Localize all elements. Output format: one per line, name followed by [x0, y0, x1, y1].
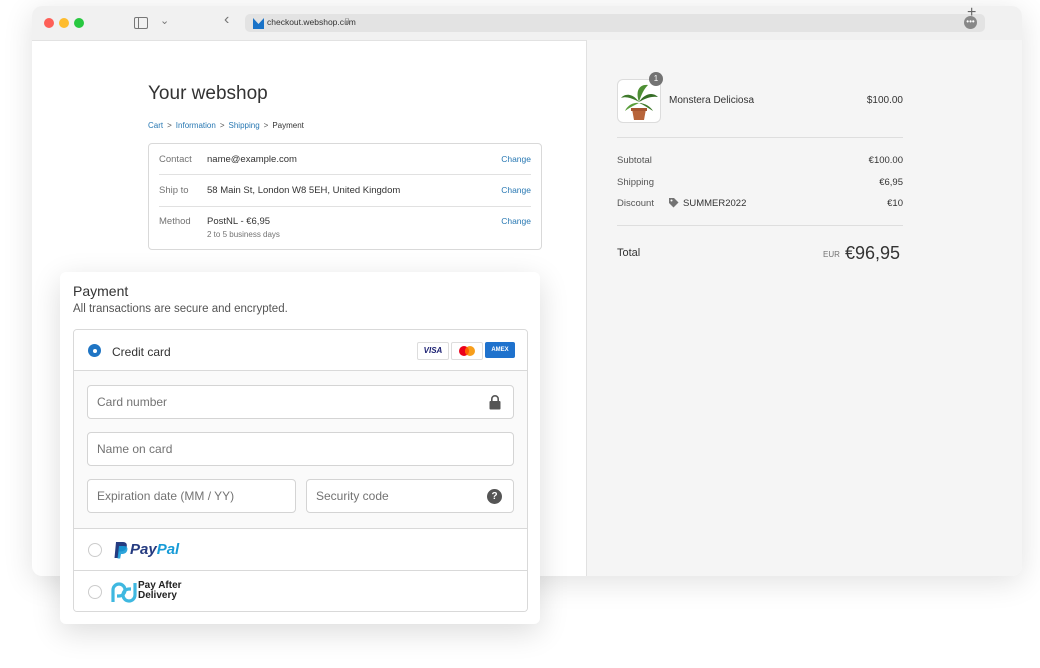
credit-card-radio[interactable] [88, 344, 101, 357]
browser-toolbar: ⌄ ‹ checkout.webshop.com ••• [32, 6, 1022, 41]
contact-label: Contact [159, 154, 192, 165]
discount-label: Discount [617, 198, 654, 209]
pay-after-delivery-radio[interactable] [88, 585, 102, 599]
security-code-field[interactable]: ? [306, 479, 514, 513]
shipping-label: Shipping [617, 177, 654, 188]
divider [159, 206, 531, 207]
expiration-date-field[interactable] [87, 479, 296, 513]
paypal-radio[interactable] [88, 543, 102, 557]
product-price: $100.00 [866, 95, 903, 106]
lock-icon [344, 18, 350, 24]
pay-after-delivery-logo-icon [111, 582, 137, 603]
divider [617, 137, 903, 138]
name-on-card-input[interactable] [88, 433, 513, 465]
help-question-icon[interactable]: ? [487, 489, 502, 504]
breadcrumb: Cart > Information > Shipping > Payment [148, 121, 304, 130]
breadcrumb-payment: Payment [272, 121, 304, 130]
divider [159, 174, 531, 175]
shipping-value: €6,95 [879, 177, 903, 188]
close-window-button[interactable] [44, 18, 54, 28]
name-on-card-field[interactable] [87, 432, 514, 466]
payment-title: Payment [73, 283, 129, 299]
payment-methods: Credit card VISA AMEX Card number Name o… [73, 329, 528, 612]
shop-title: Your webshop [148, 83, 268, 104]
security-code-input[interactable] [307, 480, 513, 512]
chevron-right-icon: > [167, 121, 172, 130]
change-method-link[interactable]: Change [501, 216, 531, 226]
credit-card-form: ? [74, 371, 527, 529]
product-name: Monstera Deliciosa [669, 95, 755, 106]
divider [617, 225, 903, 226]
chevron-right-icon: > [219, 121, 225, 130]
subtotal-value: €100.00 [868, 155, 903, 166]
method-value: PostNL - €6,95 [207, 216, 271, 227]
card-number-field[interactable] [87, 385, 514, 419]
total-value: €96,95 [845, 243, 901, 263]
pay-after-delivery-label: Pay After Delivery [138, 581, 182, 601]
zoom-window-button[interactable] [74, 18, 84, 28]
paypal-logo-icon [114, 542, 128, 559]
paypal-wordmark-pal: Pal [156, 541, 180, 558]
url-text: checkout.webshop.com [267, 17, 356, 27]
breadcrumb-cart[interactable]: Cart [148, 121, 163, 130]
contact-value: name@example.com [207, 154, 297, 165]
ship-to-label: Ship to [159, 185, 189, 196]
method-label: Method [159, 216, 191, 227]
review-box: Contact name@example.com Change Ship to … [148, 143, 542, 250]
minimize-window-button[interactable] [59, 18, 69, 28]
ship-to-value: 58 Main St, London W8 5EH, United Kingdo… [207, 185, 401, 196]
paypal-wordmark-pay: Pay [130, 541, 157, 558]
site-favicon-icon [253, 18, 264, 29]
change-contact-link[interactable]: Change [501, 154, 531, 164]
total-currency: EUR [823, 250, 840, 259]
breadcrumb-shipping[interactable]: Shipping [229, 121, 260, 130]
paypal-option[interactable]: PayPal [74, 529, 527, 571]
pad-label-line2: Delivery [138, 590, 177, 601]
address-bar[interactable]: checkout.webshop.com ••• [245, 14, 985, 32]
visa-icon: VISA [417, 342, 449, 360]
discount-value: €10 [887, 198, 903, 209]
total-label: Total [617, 247, 641, 259]
breadcrumb-information[interactable]: Information [176, 121, 216, 130]
chevron-down-icon[interactable]: ⌄ [160, 14, 169, 27]
method-delivery-time: 2 to 5 business days [207, 230, 280, 239]
subtotal-label: Subtotal [617, 155, 652, 166]
quantity-badge: 1 [649, 72, 663, 86]
sidebar-toggle-icon[interactable] [134, 17, 148, 29]
pay-after-delivery-option[interactable]: Pay After Delivery [74, 571, 527, 611]
new-tab-plus-icon[interactable]: + [967, 4, 976, 22]
change-address-link[interactable]: Change [501, 185, 531, 195]
paypal-wordmark: PayPal [130, 541, 179, 558]
chevron-right-icon: > [263, 121, 269, 130]
back-arrow-icon[interactable]: ‹ [224, 11, 229, 29]
discount-tag-icon [669, 198, 679, 208]
mastercard-icon [451, 342, 483, 360]
lock-icon [489, 395, 501, 410]
credit-card-option[interactable]: Credit card VISA AMEX [74, 330, 527, 371]
card-number-input[interactable] [88, 386, 513, 418]
discount-code: SUMMER2022 [683, 198, 747, 209]
credit-card-label: Credit card [112, 345, 171, 359]
expiration-date-input[interactable] [88, 480, 295, 512]
payment-subtitle: All transactions are secure and encrypte… [73, 303, 288, 315]
payment-card: Payment All transactions are secure and … [60, 272, 540, 624]
monstera-plant-icon [621, 84, 658, 120]
amex-icon: AMEX [485, 342, 515, 358]
